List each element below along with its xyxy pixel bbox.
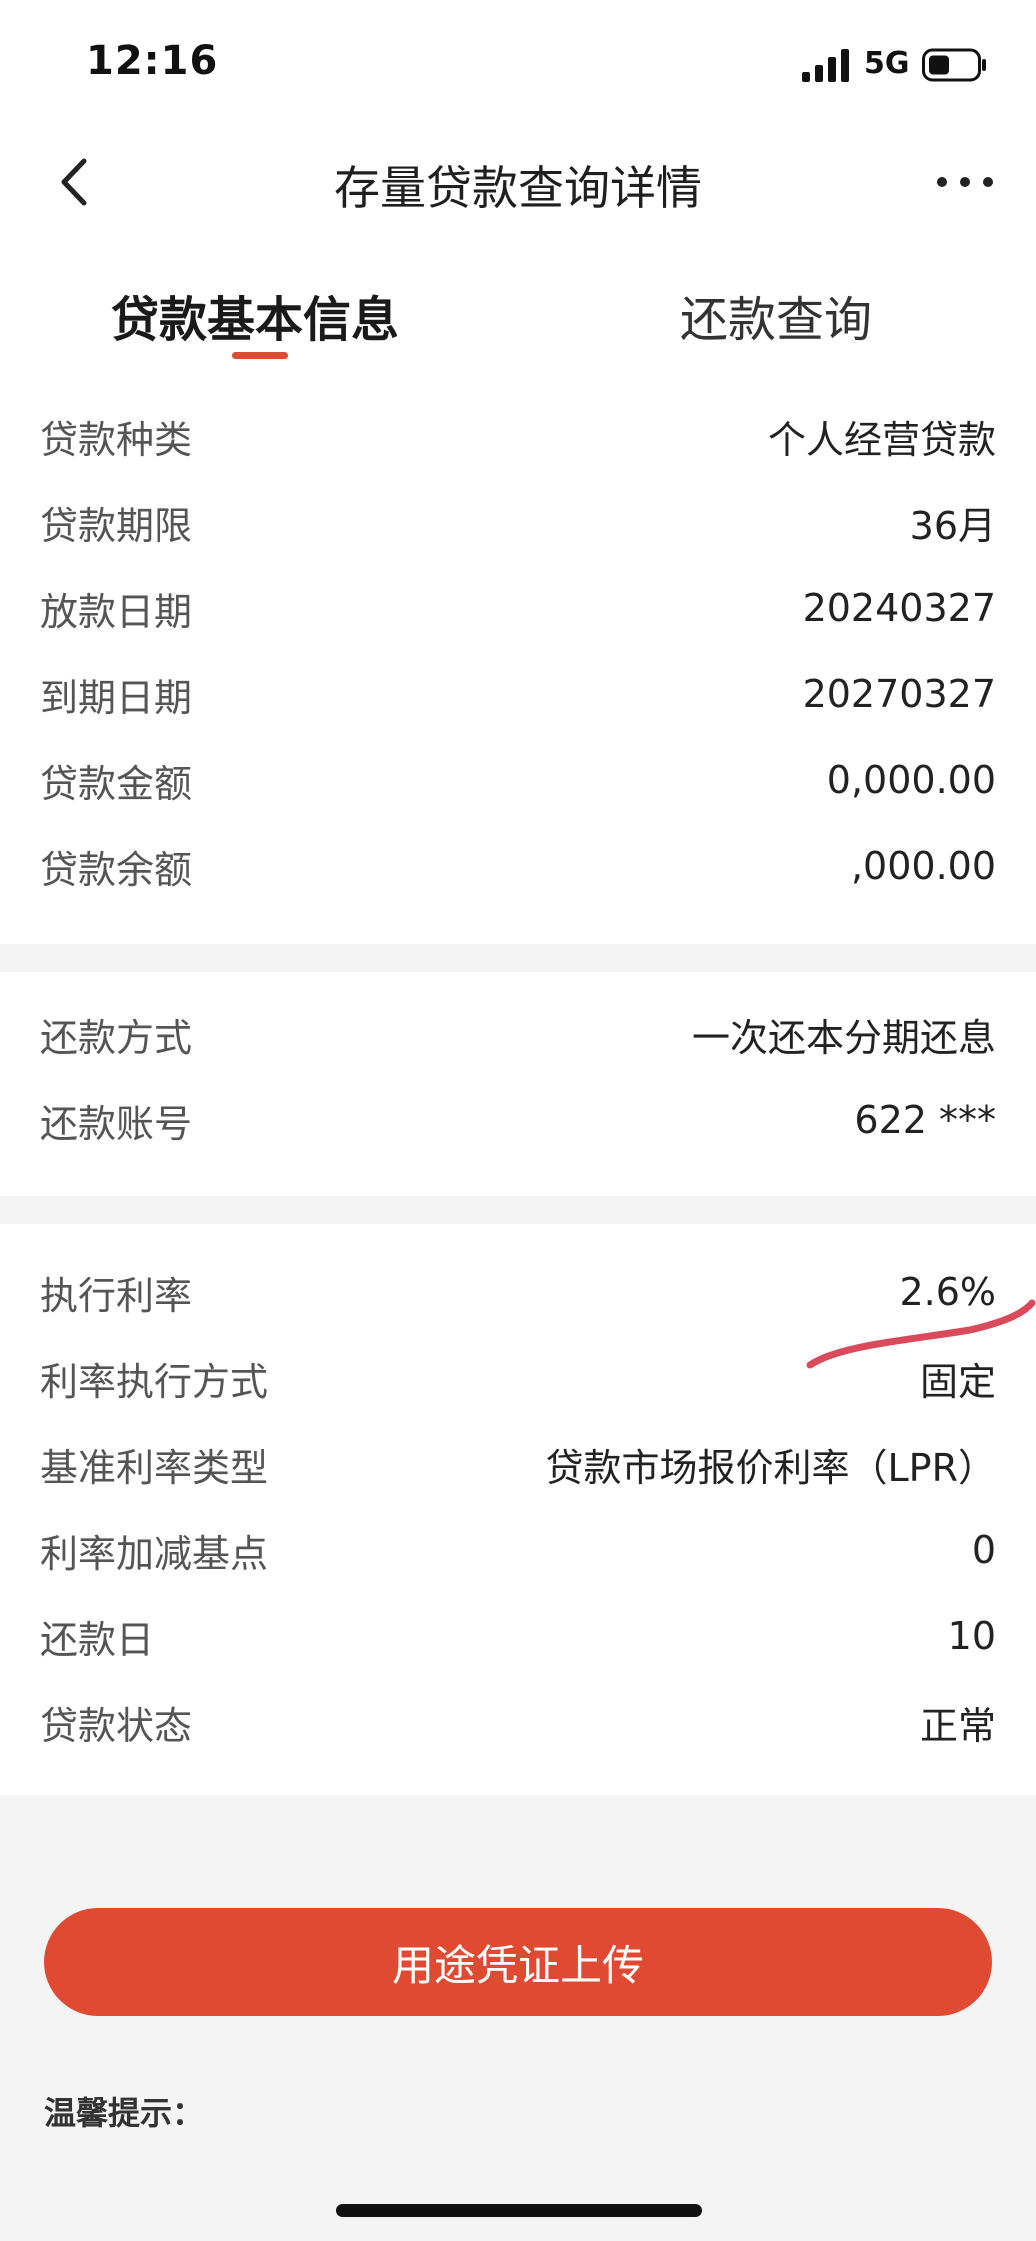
row-value: 一次还本分期还息 [691,1015,996,1060]
row-label: 还款账号 [40,1101,193,1146]
more-button[interactable] [930,160,1000,204]
status-time: 12:16 [86,38,219,84]
info-row-loan-status: 贷款状态 正常 [40,1692,996,1752]
row-label: 利率执行方式 [40,1359,269,1404]
info-row-loan-term: 贷款期限 36月 [40,492,996,552]
row-label: 放款日期 [40,589,193,634]
row-value: 0 [971,1528,996,1572]
row-value: 0,000.00 [826,758,996,802]
more-horizontal-icon [937,177,993,187]
row-label: 贷款期限 [40,503,193,548]
info-row-loan-type: 贷款种类 个人经营贷款 [40,406,996,466]
network-type: 5G [864,46,910,81]
row-label: 贷款金额 [40,761,193,806]
row-value: 正常 [919,1703,996,1748]
tip-title: 温馨提示： [44,2094,205,2132]
row-label: 执行利率 [40,1273,193,1318]
row-label: 到期日期 [40,675,193,720]
row-value: 个人经营贷款 [767,417,996,462]
section-divider [0,944,1036,972]
info-row-repayment-method: 还款方式 一次还本分期还息 [40,1004,996,1064]
info-row-loan-balance: 贷款余额 ,000.00 [40,836,996,896]
battery-icon [922,48,986,82]
info-row-loan-amount: 贷款金额 0,000.00 [40,750,996,810]
row-label: 贷款状态 [40,1703,193,1748]
upload-voucher-button[interactable]: 用途凭证上传 [44,1908,992,2016]
signal-icon [802,49,849,82]
row-label: 还款日 [40,1617,155,1662]
row-label: 贷款种类 [40,417,193,462]
info-row-basis-points: 利率加减基点 0 [40,1520,996,1580]
row-value: 贷款市场报价利率（LPR） [545,1445,997,1490]
bottom-panel [0,1795,1036,2241]
row-label: 基准利率类型 [40,1445,269,1490]
row-value: 622 *** [854,1098,996,1142]
tab-active-indicator [232,352,288,359]
page-title: 存量贷款查询详情 [334,161,702,215]
row-label: 利率加减基点 [40,1531,269,1576]
row-value: 20270327 [802,672,996,716]
home-indicator [336,2204,702,2217]
row-value: 10 [947,1614,996,1658]
row-value: ,000.00 [850,844,996,888]
info-row-repayment-day: 还款日 10 [40,1606,996,1666]
row-label: 贷款余额 [40,847,193,892]
info-row-disbursement-date: 放款日期 20240327 [40,578,996,638]
tab-repayment-query[interactable]: 还款查询 [660,280,892,350]
row-value: 36月 [909,503,996,548]
info-row-benchmark-type: 基准利率类型 贷款市场报价利率（LPR） [40,1434,996,1494]
info-row-repayment-account: 还款账号 622 *** [40,1090,996,1150]
row-label: 还款方式 [40,1015,193,1060]
tab-loan-basic-info[interactable]: 贷款基本信息 [90,280,420,350]
row-value: 20240327 [802,586,996,630]
handwritten-mark [806,1299,1036,1369]
info-row-maturity-date: 到期日期 20270327 [40,664,996,724]
section-divider [0,1196,1036,1224]
